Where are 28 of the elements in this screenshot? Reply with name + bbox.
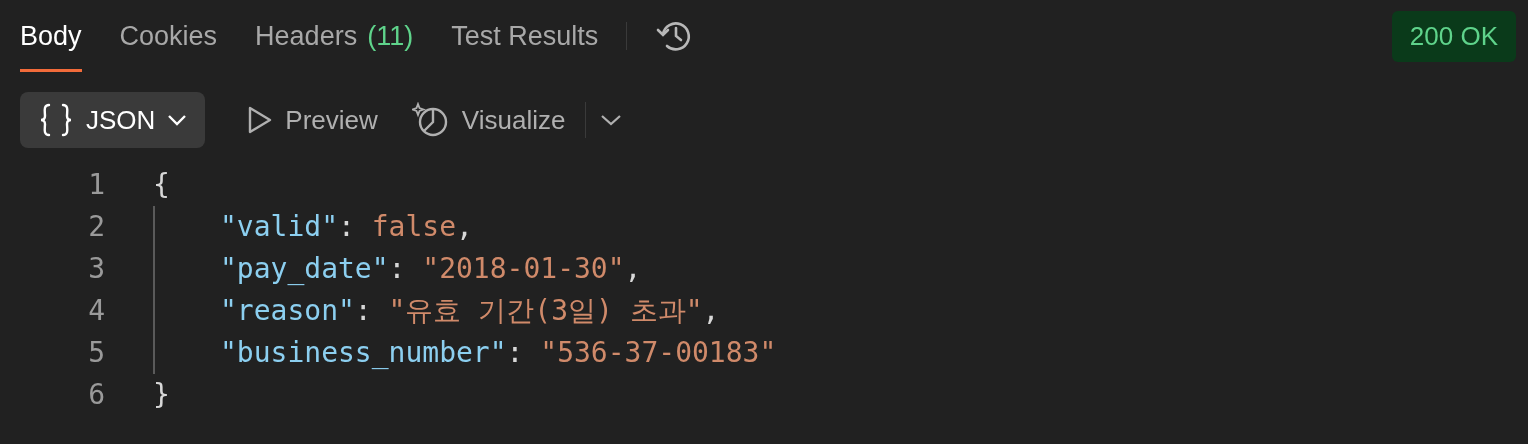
status-badge: 200 OK: [1391, 10, 1516, 62]
code-line: "business_number": "536-37-00183": [220, 335, 777, 371]
chevron-down-icon: [600, 114, 623, 126]
braces-icon: [38, 103, 74, 137]
line-number: 1: [87, 167, 105, 203]
tab-label: Headers: [255, 20, 358, 52]
play-icon: [247, 106, 274, 134]
code-line: "valid": false,: [220, 209, 473, 245]
line-number: 3: [87, 251, 105, 287]
line-number: 4: [87, 293, 105, 329]
tab[interactable]: Headers (11): [255, 0, 414, 72]
visualize-button[interactable]: Visualize: [411, 102, 566, 138]
tab[interactable]: Body: [20, 0, 82, 72]
tab[interactable]: Cookies: [119, 0, 218, 72]
code-line: }: [153, 377, 170, 413]
format-dropdown[interactable]: JSON: [20, 92, 206, 148]
code-line: {: [153, 167, 170, 203]
sparkle-chart-icon: [411, 102, 450, 138]
tab[interactable]: Test Results: [451, 0, 599, 72]
more-dropdown[interactable]: [600, 114, 623, 126]
chevron-down-icon: [167, 114, 188, 126]
code-line: "pay_date": "2018-01-30",: [220, 251, 642, 287]
count-label: (11): [367, 20, 414, 52]
preview-button[interactable]: Preview: [247, 104, 378, 136]
line-number: 6: [87, 377, 105, 413]
line-number: 2: [87, 209, 105, 245]
line-number: 5: [87, 335, 105, 371]
code-line: "reason": "유효 기간(3일) 초과",: [220, 293, 720, 329]
